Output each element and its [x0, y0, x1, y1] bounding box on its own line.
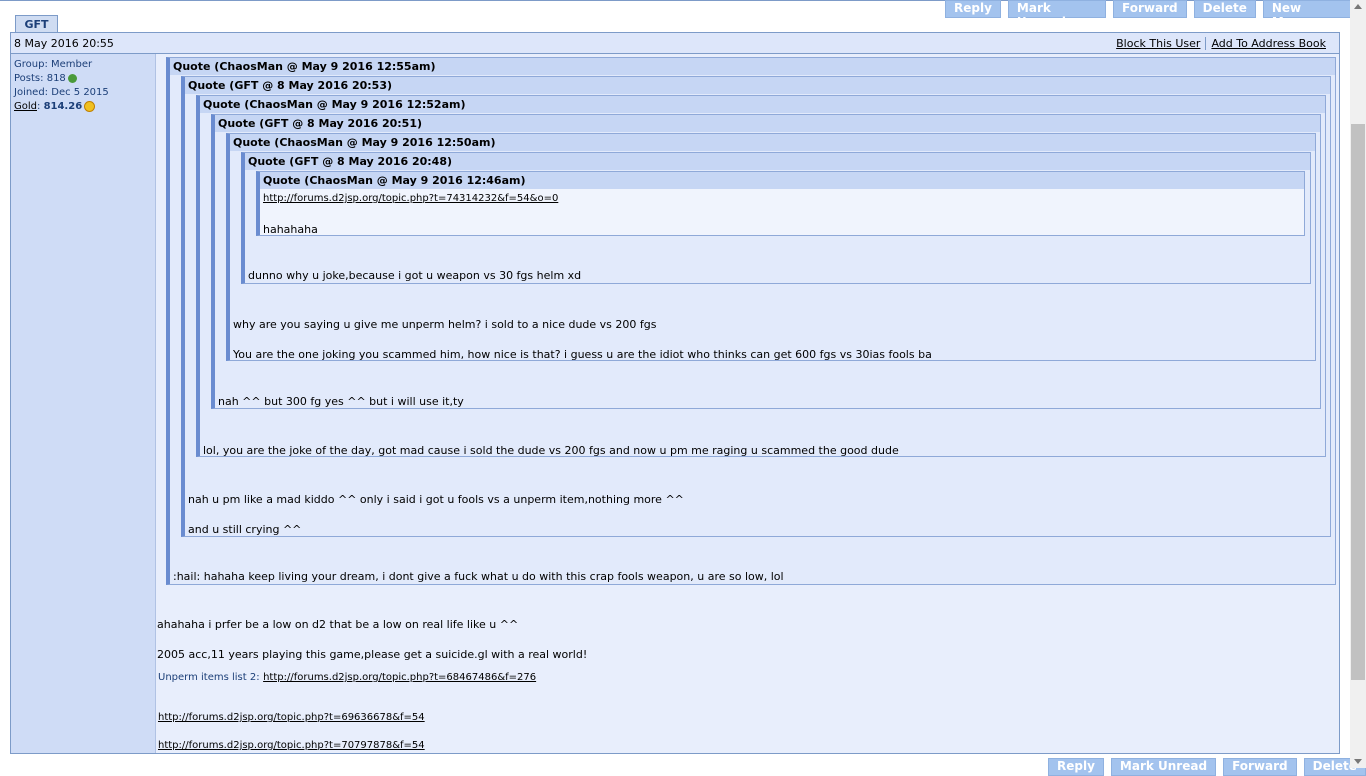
reply-button[interactable]: Reply [945, 0, 1001, 18]
mark-unread-button[interactable]: Mark Unread [1007, 0, 1107, 29]
scrollbar-thumb[interactable] [1351, 124, 1365, 680]
posts-value: 818 [46, 73, 66, 84]
quote-text: hahahaha [263, 223, 318, 236]
add-to-address-book-link[interactable]: Add To Address Book [1205, 37, 1331, 50]
quote-link[interactable]: http://forums.d2jsp.org/topic.php?t=7431… [263, 193, 558, 204]
scroll-up-icon[interactable] [1354, 4, 1362, 9]
quote-header: Quote (ChaosMan @ May 9 2016 12:50am) [230, 134, 1315, 151]
group-label: Group: [14, 59, 48, 70]
quote-header: Quote (GFT @ 8 May 2016 20:51) [215, 115, 1320, 132]
joined-value: Dec 5 2015 [51, 87, 109, 98]
user-joined: Joined: Dec 5 2015 [14, 86, 155, 100]
quote-text: nah u pm like a mad kiddo ^^ only i said… [188, 493, 684, 506]
people-icon [67, 73, 77, 83]
reply-button-bottom[interactable]: Reply [1048, 758, 1104, 776]
quote-text: :hail: hahaha keep living your dream, i … [173, 570, 784, 583]
signature-caption: Unperm items list 2: [158, 672, 260, 683]
signature-link[interactable]: http://forums.d2jsp.org/topic.php?t=7079… [158, 740, 425, 751]
message-header: 8 May 2016 20:55 Block This User Add To … [11, 33, 1339, 54]
quote-header: Quote (ChaosMan @ May 9 2016 12:55am) [170, 58, 1335, 75]
forward-button-bottom[interactable]: Forward [1223, 758, 1297, 776]
user-info-panel: Group: Member Posts: 818 Joined: Dec 5 2… [11, 54, 156, 753]
scroll-down-icon[interactable] [1354, 759, 1362, 764]
gold-link[interactable]: Gold [14, 101, 37, 112]
quote-header: Quote (ChaosMan @ May 9 2016 12:46am) [260, 172, 1304, 189]
signature-line: Unperm items list 2: http://forums.d2jsp… [158, 670, 536, 683]
sender-tab[interactable]: GFT [15, 15, 58, 33]
quote-text: You are the one joking you scammed him, … [233, 348, 932, 361]
signature-link[interactable]: http://forums.d2jsp.org/topic.php?t=6963… [158, 712, 425, 723]
message-body-line: ahahaha i prfer be a low on d2 that be a… [157, 618, 519, 631]
quote-header: Quote (GFT @ 8 May 2016 20:53) [185, 77, 1330, 94]
message-date: 8 May 2016 20:55 [14, 37, 114, 50]
signature-link[interactable]: http://forums.d2jsp.org/topic.php?t=6846… [263, 672, 536, 683]
gold-value: 814.26 [43, 101, 83, 112]
quote-text: nah ^^ but 300 fg yes ^^ but i will use … [218, 395, 464, 408]
quote-text: lol, you are the joke of the day, got ma… [203, 444, 899, 457]
message-frame: 8 May 2016 20:55 Block This User Add To … [10, 32, 1340, 754]
group-value: Member [51, 59, 93, 70]
block-user-link[interactable]: Block This User [1111, 37, 1205, 50]
quote-text: why are you saying u give me unperm helm… [233, 318, 657, 331]
mark-unread-button-bottom[interactable]: Mark Unread [1110, 758, 1217, 776]
header-links: Block This User Add To Address Book [1111, 37, 1331, 50]
quote-text: dunno why u joke,because i got u weapon … [248, 269, 582, 282]
user-gold: Gold: 814.26 [14, 100, 155, 114]
user-posts: Posts: 818 [14, 72, 155, 86]
bottom-button-bar: Reply Mark Unread Forward Delete [1048, 758, 1366, 776]
delete-button[interactable]: Delete [1193, 0, 1256, 18]
quote-block-7: Quote (ChaosMan @ May 9 2016 12:46am) ht… [256, 171, 1305, 236]
message-body-line: 2005 acc,11 years playing this game,plea… [157, 648, 588, 661]
quote-header: Quote (GFT @ 8 May 2016 20:48) [245, 153, 1310, 170]
top-button-bar: Reply Mark Unread Forward Delete New Mes… [945, 0, 1366, 29]
quote-text: and u still crying ^^ [188, 523, 302, 536]
user-group: Group: Member [14, 58, 155, 72]
posts-label: Posts: [14, 73, 44, 84]
quote-header: Quote (ChaosMan @ May 9 2016 12:52am) [200, 96, 1325, 113]
joined-label: Joined: [14, 87, 49, 98]
forward-button[interactable]: Forward [1113, 0, 1187, 18]
gold-coin-icon [84, 100, 96, 112]
